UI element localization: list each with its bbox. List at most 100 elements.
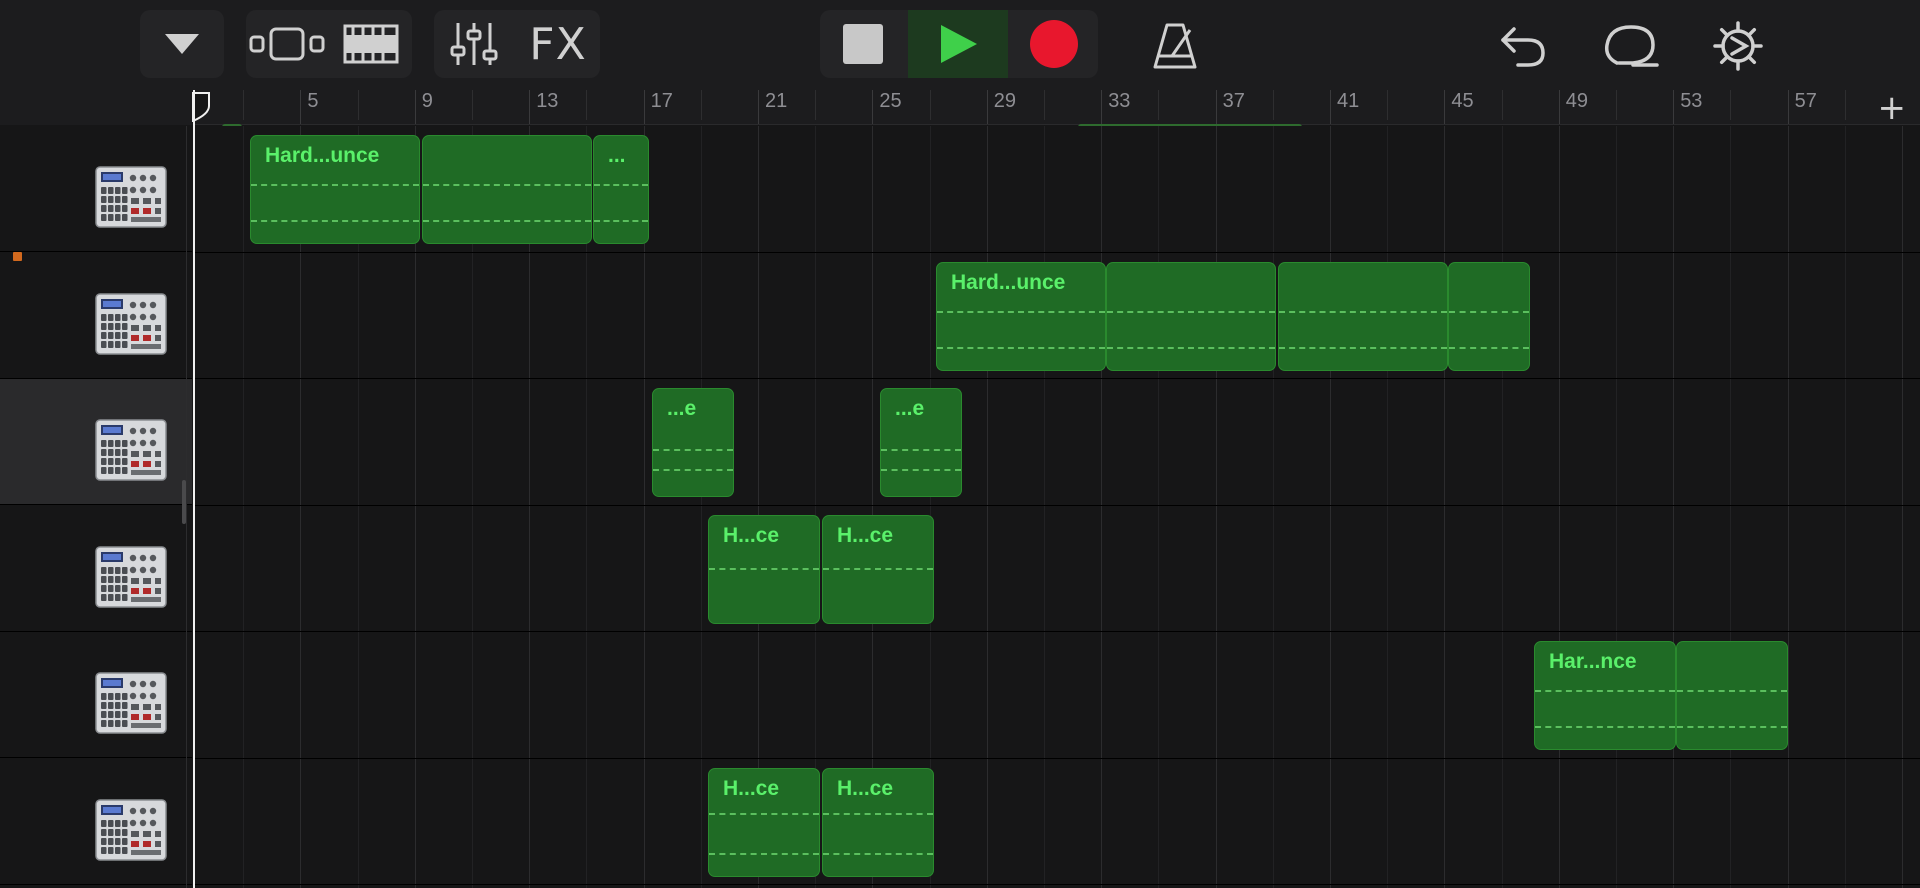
bar-number: 37: [1222, 90, 1245, 112]
track-region[interactable]: Hard...unce: [250, 135, 420, 244]
record-armed-indicator: [13, 252, 22, 261]
add-track-button[interactable]: +: [1878, 91, 1907, 125]
track-region[interactable]: H...ce: [708, 515, 820, 624]
bar-tick: [1787, 90, 1789, 124]
bar-tick: [872, 90, 874, 124]
bar-tick: [986, 90, 988, 124]
grid-line: [1558, 126, 1560, 888]
track-region[interactable]: H...ce: [822, 768, 934, 877]
midi-note-row: [937, 311, 1105, 313]
beat-tick: [243, 90, 245, 120]
midi-note-row: [251, 184, 419, 186]
track-region[interactable]: [1676, 641, 1788, 750]
grid-line: [243, 126, 245, 888]
grid-line: [1444, 126, 1446, 888]
browser-view-button[interactable]: [246, 10, 328, 78]
fx-button[interactable]: FX: [516, 10, 600, 78]
bar-tick: [1215, 90, 1217, 124]
track-header[interactable]: [0, 759, 192, 885]
track-region[interactable]: [1106, 262, 1276, 371]
track-header[interactable]: [0, 126, 192, 252]
region-label: ...e: [667, 397, 697, 420]
stop-icon: [843, 24, 883, 64]
track-region[interactable]: ...e: [652, 388, 734, 497]
tracks-area[interactable]: Hard...unce... Hard...unce ...e ...e H...ce H…: [186, 126, 1920, 888]
track-region[interactable]: [422, 135, 592, 244]
loop-icon: [1604, 25, 1659, 67]
bar-tick: [414, 90, 416, 124]
track-region[interactable]: Har...nce: [1534, 641, 1676, 750]
region-label: Hard...unce: [951, 271, 1066, 294]
browser-view-icon: [249, 27, 325, 61]
beat-tick: [1272, 90, 1274, 120]
midi-note-row: [423, 220, 591, 222]
toolbar: FX: [0, 0, 1920, 90]
mixer-button[interactable]: [434, 10, 514, 78]
bar-number: 29: [993, 90, 1017, 112]
beat-tick: [700, 90, 702, 120]
midi-note-row: [653, 469, 733, 471]
record-button[interactable]: [1010, 10, 1098, 78]
midi-note-row: [423, 184, 591, 186]
lane-separator: [194, 505, 1920, 506]
play-button[interactable]: [908, 10, 1008, 78]
grid-line: [1844, 126, 1846, 888]
grid-line: [1215, 126, 1217, 888]
lane-separator: [194, 631, 1920, 632]
playhead-line[interactable]: [193, 90, 195, 888]
region-label: H...ce: [837, 777, 894, 800]
track-region[interactable]: H...ce: [822, 515, 934, 624]
track-headers: [0, 126, 194, 888]
grid-line: [1158, 126, 1160, 888]
tracks-menu-button[interactable]: [140, 10, 224, 78]
track-header[interactable]: [0, 379, 192, 505]
midi-note-row: [251, 220, 419, 222]
settings-button[interactable]: [1705, 12, 1771, 80]
midi-note-row: [1535, 726, 1675, 728]
drum-machine-icon: [95, 166, 167, 228]
track-region[interactable]: ...e: [880, 388, 962, 497]
bar-number: 17: [650, 90, 673, 112]
mixer-fx-group: FX: [434, 10, 600, 78]
bar-tick: [643, 90, 645, 124]
midi-note-row: [1677, 726, 1787, 728]
bar-tick: [758, 90, 759, 124]
play-icon: [941, 25, 977, 63]
bar-number: 21: [765, 90, 788, 112]
metronome-icon: [1153, 23, 1197, 69]
bar-ruler[interactable]: 5 9 13 17 21 25 29 33 37 41 45 49 53 57 +: [0, 90, 1920, 130]
drum-machine-icon: [95, 546, 167, 608]
loop-browser-button[interactable]: [1598, 12, 1664, 80]
beat-tick: [1844, 90, 1846, 120]
triangle-down-icon: [165, 34, 199, 54]
undo-button[interactable]: [1490, 12, 1556, 80]
track-region[interactable]: ...: [593, 135, 649, 244]
bar-tick: [1444, 90, 1446, 124]
metronome-button[interactable]: [1140, 12, 1210, 80]
fx-label: FX: [529, 18, 587, 70]
bar-number: 13: [536, 90, 559, 112]
transport-group: [820, 10, 1098, 78]
beat-tick: [1387, 90, 1389, 120]
beat-tick: [472, 90, 473, 120]
bar-number: 9: [421, 90, 433, 112]
track-header[interactable]: [0, 632, 192, 758]
bar-tick: [529, 90, 531, 124]
tracks-view-button[interactable]: [330, 10, 412, 78]
stop-button[interactable]: [820, 10, 906, 78]
midi-note-row: [1279, 311, 1447, 313]
view-group: [246, 10, 412, 78]
track-region[interactable]: [1448, 262, 1530, 371]
grid-line: [1330, 126, 1331, 888]
lane-separator: [194, 378, 1920, 379]
track-region[interactable]: [1278, 262, 1448, 371]
bar-tick: [300, 90, 302, 124]
drum-machine-icon: [95, 672, 167, 734]
grid-line: [700, 126, 702, 888]
track-header[interactable]: [0, 506, 192, 632]
track-region[interactable]: H...ce: [708, 768, 820, 877]
beat-tick: [357, 90, 359, 120]
track-region[interactable]: Hard...unce: [936, 262, 1106, 371]
bar-number: 5: [307, 90, 319, 112]
track-header[interactable]: [0, 253, 192, 379]
